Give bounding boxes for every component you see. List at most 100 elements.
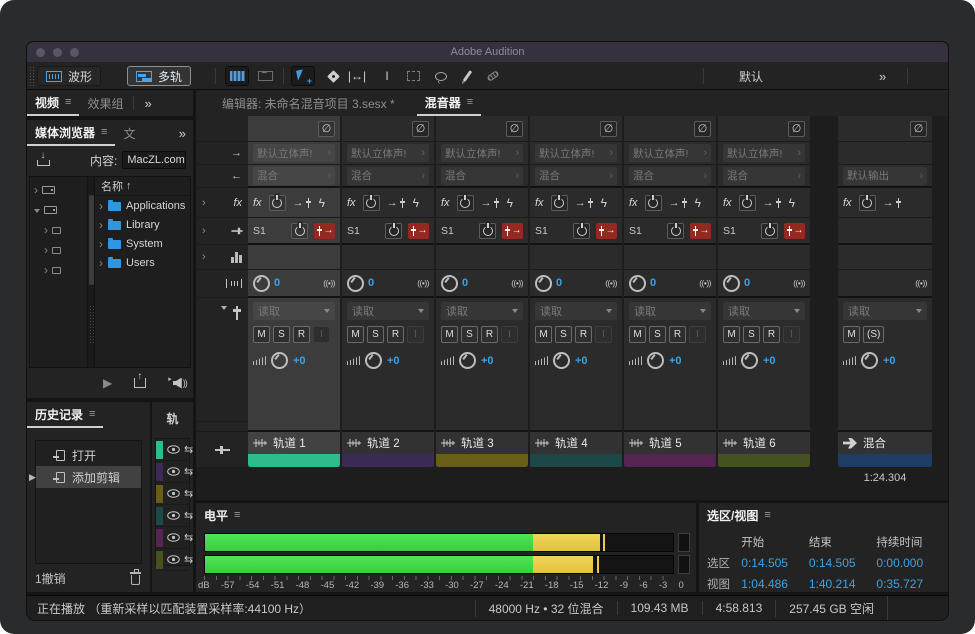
selection-start-value[interactable]: 0:14.505: [741, 556, 809, 570]
chevron-right-icon[interactable]: ›: [34, 183, 38, 197]
view-start-value[interactable]: 1:04.486: [741, 577, 809, 591]
auto-play-speaker-button[interactable]: )): [168, 378, 187, 389]
selection-end-value[interactable]: 0:14.505: [809, 556, 877, 570]
swap-arrows-icon[interactable]: ⇆: [184, 487, 193, 500]
scrollbar-thumb[interactable]: [89, 195, 94, 285]
tab-effects-rack[interactable]: 效果组: [79, 90, 131, 116]
track-visibility-row[interactable]: ⇆: [156, 461, 189, 483]
folder-row[interactable]: › Applications: [95, 196, 190, 215]
import-icon[interactable]: [37, 154, 50, 166]
panel-menu-icon[interactable]: ≡: [101, 126, 107, 138]
razor-tool[interactable]: [321, 66, 345, 86]
tab-editor[interactable]: 编辑器: 未命名混音项目 3.sesx *: [214, 90, 403, 116]
view-duration-value[interactable]: 0:35.727: [876, 577, 944, 591]
folder-row[interactable]: › System: [95, 234, 190, 253]
loop-preview-button[interactable]: [134, 378, 146, 388]
folder-row[interactable]: › Users: [95, 253, 190, 272]
track-visibility-row[interactable]: ⇆: [156, 505, 189, 527]
track-color-swatch[interactable]: [156, 485, 163, 503]
tab-video[interactable]: 视频 ≡: [27, 90, 79, 116]
workspace-more-button[interactable]: »: [879, 66, 885, 86]
toolbar-grip[interactable]: [29, 66, 34, 86]
spectral-display-button[interactable]: [225, 66, 249, 86]
trash-icon[interactable]: [131, 575, 140, 585]
chevron-right-icon[interactable]: ›: [99, 256, 103, 270]
panel-menu-icon[interactable]: ≡: [89, 408, 95, 420]
track-visibility-row[interactable]: ⇆: [156, 439, 189, 461]
tree-item[interactable]: ›: [30, 180, 87, 200]
track-visibility-row[interactable]: ⇆: [156, 549, 189, 571]
eye-icon[interactable]: [167, 467, 180, 476]
waveform-display-button[interactable]: [253, 66, 277, 86]
tab-history[interactable]: 历史记录 ≡: [27, 402, 103, 428]
chevron-right-icon[interactable]: ›: [44, 223, 48, 237]
selection-duration-value[interactable]: 0:00.000: [876, 556, 944, 570]
preview-play-button[interactable]: ▶: [103, 376, 112, 390]
swap-arrows-icon[interactable]: ⇆: [184, 553, 193, 566]
swap-arrows-icon[interactable]: ⇆: [184, 531, 193, 544]
panel-menu-icon[interactable]: ≡: [234, 509, 240, 521]
track-color-swatch[interactable]: [156, 529, 163, 547]
swap-arrows-icon[interactable]: ⇆: [184, 443, 193, 456]
fx-power-button[interactable]: [859, 195, 876, 211]
panel-menu-icon[interactable]: ≡: [764, 509, 770, 521]
track-color-swatch[interactable]: [156, 463, 163, 481]
eye-icon[interactable]: [167, 445, 180, 454]
title-bar[interactable]: Adobe Audition: [27, 42, 948, 62]
automation-mode-select[interactable]: 读取: [843, 302, 927, 320]
marquee-selection-tool[interactable]: [401, 66, 425, 86]
chevron-right-icon[interactable]: ›: [99, 218, 103, 232]
panel-menu-icon[interactable]: ≡: [65, 96, 71, 108]
spot-healing-brush-tool[interactable]: [481, 66, 505, 86]
tree-item[interactable]: ›: [30, 260, 87, 280]
panel-menu-icon[interactable]: ≡: [467, 96, 473, 108]
panel-overflow-button[interactable]: »: [136, 90, 158, 116]
lasso-selection-tool[interactable]: [429, 66, 453, 86]
slip-tool[interactable]: |↔|: [345, 66, 369, 86]
content-dropdown[interactable]: MacZL.com: [122, 151, 186, 169]
chevron-right-icon[interactable]: ›: [44, 263, 48, 277]
swap-arrows-icon[interactable]: ⇆: [184, 509, 193, 522]
master-output-select[interactable]: 默认输出 ›: [843, 167, 927, 185]
phase-invert-button[interactable]: ∅: [910, 121, 927, 137]
history-item[interactable]: ▶ 打开: [36, 444, 141, 466]
track-color-swatch[interactable]: [156, 507, 163, 525]
track-visibility-row[interactable]: ⇆: [156, 527, 189, 549]
swap-arrows-icon[interactable]: ⇆: [184, 465, 193, 478]
tree-item[interactable]: ›: [30, 240, 87, 260]
mute-button[interactable]: M: [843, 326, 860, 343]
view-end-value[interactable]: 1:40.214: [809, 577, 877, 591]
tab-mixer[interactable]: 混音器 ≡: [417, 90, 481, 116]
master-name-row[interactable]: 混合: [838, 432, 932, 454]
name-column-header[interactable]: 名称 ↑: [95, 177, 190, 196]
track-color-swatch[interactable]: [156, 551, 163, 569]
multitrack-view-button[interactable]: 多轨: [127, 66, 191, 86]
folder-row[interactable]: › Library: [95, 215, 190, 234]
tab-files[interactable]: 文: [115, 120, 141, 146]
move-tool[interactable]: [291, 66, 315, 86]
volume-knob[interactable]: [861, 352, 878, 369]
chevron-right-icon[interactable]: ›: [44, 243, 48, 257]
tab-media-browser[interactable]: 媒体浏览器 ≡: [27, 120, 115, 146]
eye-icon[interactable]: [167, 489, 180, 498]
panel-overflow-button[interactable]: »: [171, 120, 193, 146]
chevron-right-icon[interactable]: ›: [99, 237, 103, 251]
time-selection-tool[interactable]: I: [375, 66, 399, 86]
eye-icon[interactable]: [167, 511, 180, 520]
fx-prepost-button[interactable]: →: [883, 197, 902, 209]
clip-indicator-right[interactable]: [678, 555, 690, 574]
paintbrush-selection-tool[interactable]: [455, 66, 479, 86]
tree-item-expanded[interactable]: [30, 200, 87, 220]
tab-levels[interactable]: 电平 ≡: [196, 503, 248, 527]
tree-item[interactable]: ›: [30, 220, 87, 240]
track-color-swatch[interactable]: [156, 441, 163, 459]
eye-icon[interactable]: [167, 555, 180, 564]
chevron-down-icon[interactable]: [34, 209, 40, 213]
history-item[interactable]: ▶ 添加剪辑: [36, 466, 141, 488]
media-tree-scrollbar[interactable]: [88, 177, 95, 367]
eye-icon[interactable]: [167, 533, 180, 542]
clip-indicator-left[interactable]: [678, 533, 690, 552]
solo-safe-button[interactable]: (S): [863, 326, 884, 343]
tab-selection-view[interactable]: 选区/视图 ≡: [699, 503, 779, 527]
workspace-selector[interactable]: 默认: [739, 66, 763, 86]
